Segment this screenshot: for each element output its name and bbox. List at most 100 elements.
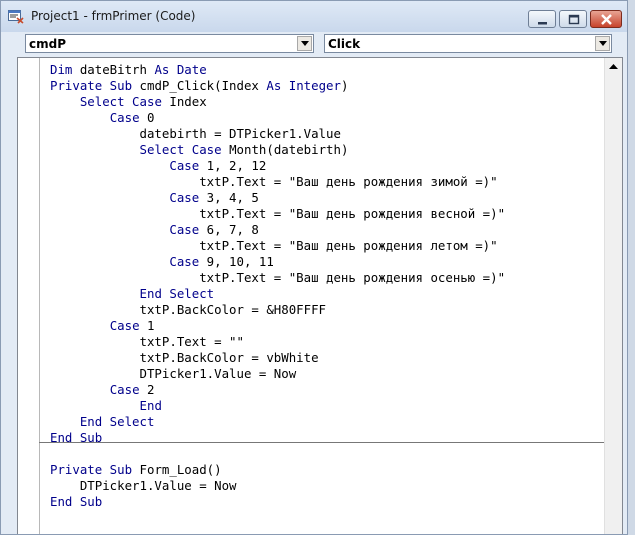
code-token: txtP.Text = "" xyxy=(50,334,244,349)
code-keyword: Private Sub xyxy=(50,78,140,93)
margin-indicator-bar[interactable] xyxy=(18,58,40,534)
code-line[interactable]: End Select xyxy=(50,414,505,430)
code-line[interactable]: Select Case Month(datebirth) xyxy=(50,142,505,158)
minimize-icon xyxy=(538,22,547,25)
chevron-down-icon xyxy=(599,41,607,46)
blank-line[interactable] xyxy=(50,446,505,462)
code-token: datebirth = DTPicker1.Value xyxy=(50,126,341,141)
code-keyword: Date xyxy=(176,62,207,77)
code-keyword: Case xyxy=(109,110,147,125)
code-token: DTPicker1.Value = Now xyxy=(50,366,297,381)
maximize-button[interactable] xyxy=(559,10,587,28)
scroll-up-button[interactable] xyxy=(605,58,622,75)
procedure-dropdown-button[interactable] xyxy=(595,36,610,51)
code-token: txtP.Text = "Ваш день рождения осенью =)… xyxy=(50,270,506,285)
code-line[interactable]: txtP.Text = "Ваш день рождения зимой =)" xyxy=(50,174,505,190)
code-line[interactable]: Case 0 xyxy=(50,110,505,126)
code-editor[interactable]: Dim dateBitrh As Date Private Sub cmdP_Cl… xyxy=(17,57,623,534)
code-line[interactable]: End Sub xyxy=(50,494,505,510)
code-line[interactable]: Case 1, 2, 12 xyxy=(50,158,505,174)
code-line[interactable]: Case 6, 7, 8 xyxy=(50,222,505,238)
code-token: Index xyxy=(169,94,207,109)
code-line[interactable]: Select Case Index xyxy=(50,94,505,110)
code-window: Project1 - frmPrimer (Code) cmdP Click D… xyxy=(0,0,628,535)
object-dropdown-value: cmdP xyxy=(29,37,67,51)
chevron-down-icon xyxy=(301,41,309,46)
title-bar[interactable]: Project1 - frmPrimer (Code) xyxy=(1,1,627,32)
code-line[interactable]: DTPicker1.Value = Now xyxy=(50,478,505,494)
close-icon xyxy=(601,14,612,25)
code-line[interactable]: txtP.BackColor = &H80FFFF xyxy=(50,302,505,318)
code-keyword: As Integer xyxy=(266,78,341,93)
code-line[interactable]: Case 1 xyxy=(50,318,505,334)
code-keyword: Case xyxy=(169,222,207,237)
procedure-separator xyxy=(39,442,605,443)
code-line[interactable]: Case 3, 4, 5 xyxy=(50,190,505,206)
vertical-scrollbar[interactable] xyxy=(604,58,622,534)
code-keyword: Dim xyxy=(50,62,80,77)
code-token: txtP.BackColor = &H80FFFF xyxy=(50,302,327,317)
code-line[interactable]: End Sub xyxy=(50,430,505,446)
code-line[interactable]: DTPicker1.Value = Now xyxy=(50,366,505,382)
code-line[interactable]: End Select xyxy=(50,286,505,302)
code-line[interactable]: txtP.Text = "Ваш день рождения осенью =)… xyxy=(50,270,505,286)
code-line[interactable]: Private Sub cmdP_Click(Index As Integer) xyxy=(50,78,505,94)
code-line[interactable]: txtP.BackColor = vbWhite xyxy=(50,350,505,366)
code-line[interactable]: txtP.Text = "" xyxy=(50,334,505,350)
code-token: txtP.Text = "Ваш день рождения зимой =)" xyxy=(50,174,498,189)
code-line[interactable]: txtP.Text = "Ваш день рождения весной =)… xyxy=(50,206,505,222)
code-line[interactable]: txtP.Text = "Ваш день рождения летом =)" xyxy=(50,238,505,254)
code-keyword: Select Case xyxy=(79,94,170,109)
code-line[interactable]: datebirth = DTPicker1.Value xyxy=(50,126,505,142)
code-token: 3, 4, 5 xyxy=(206,190,259,205)
close-button[interactable] xyxy=(590,10,622,28)
object-dropdown[interactable]: cmdP xyxy=(25,34,314,53)
code-keyword: Case xyxy=(109,382,147,397)
minimize-button[interactable] xyxy=(528,10,556,28)
code-token: 9, 10, 11 xyxy=(206,254,274,269)
code-token: ) xyxy=(340,78,349,93)
code-token: Month(datebirth) xyxy=(229,142,349,157)
code-keyword: End xyxy=(139,398,162,413)
procedure-dropdown[interactable]: Click xyxy=(324,34,612,53)
code-keyword: End Select xyxy=(79,414,155,429)
code-token: DTPicker1.Value = Now xyxy=(50,478,237,493)
object-dropdown-button[interactable] xyxy=(297,36,312,51)
code-keyword: Case xyxy=(169,254,207,269)
code-token: Form_Load() xyxy=(139,462,222,477)
code-token: 1, 2, 12 xyxy=(206,158,267,173)
code-token: 2 xyxy=(147,382,155,397)
code-keyword: Private Sub xyxy=(50,462,140,477)
arrow-up-icon xyxy=(609,64,618,69)
code-token: txtP.BackColor = vbWhite xyxy=(50,350,319,365)
code-line[interactable]: Case 9, 10, 11 xyxy=(50,254,505,270)
code-keyword: Select Case xyxy=(139,142,230,157)
code-line[interactable]: Dim dateBitrh As Date xyxy=(50,62,505,78)
code-keyword: Case xyxy=(169,158,207,173)
procedure-dropdown-value: Click xyxy=(328,37,361,51)
restore-icon xyxy=(568,14,580,25)
code-keyword: As xyxy=(154,62,177,77)
code-keyword: Case xyxy=(169,190,207,205)
window-title: Project1 - frmPrimer (Code) xyxy=(31,9,196,23)
code-line[interactable]: Case 2 xyxy=(50,382,505,398)
code-keyword: End Select xyxy=(139,286,215,301)
vb-code-window-icon xyxy=(8,10,24,24)
code-token: dateBitrh xyxy=(79,62,155,77)
code-line[interactable]: Private Sub Form_Load() xyxy=(50,462,505,478)
code-line[interactable]: End xyxy=(50,398,505,414)
code-token: 1 xyxy=(147,318,155,333)
code-keyword: Case xyxy=(109,318,147,333)
code-token: 6, 7, 8 xyxy=(206,222,259,237)
